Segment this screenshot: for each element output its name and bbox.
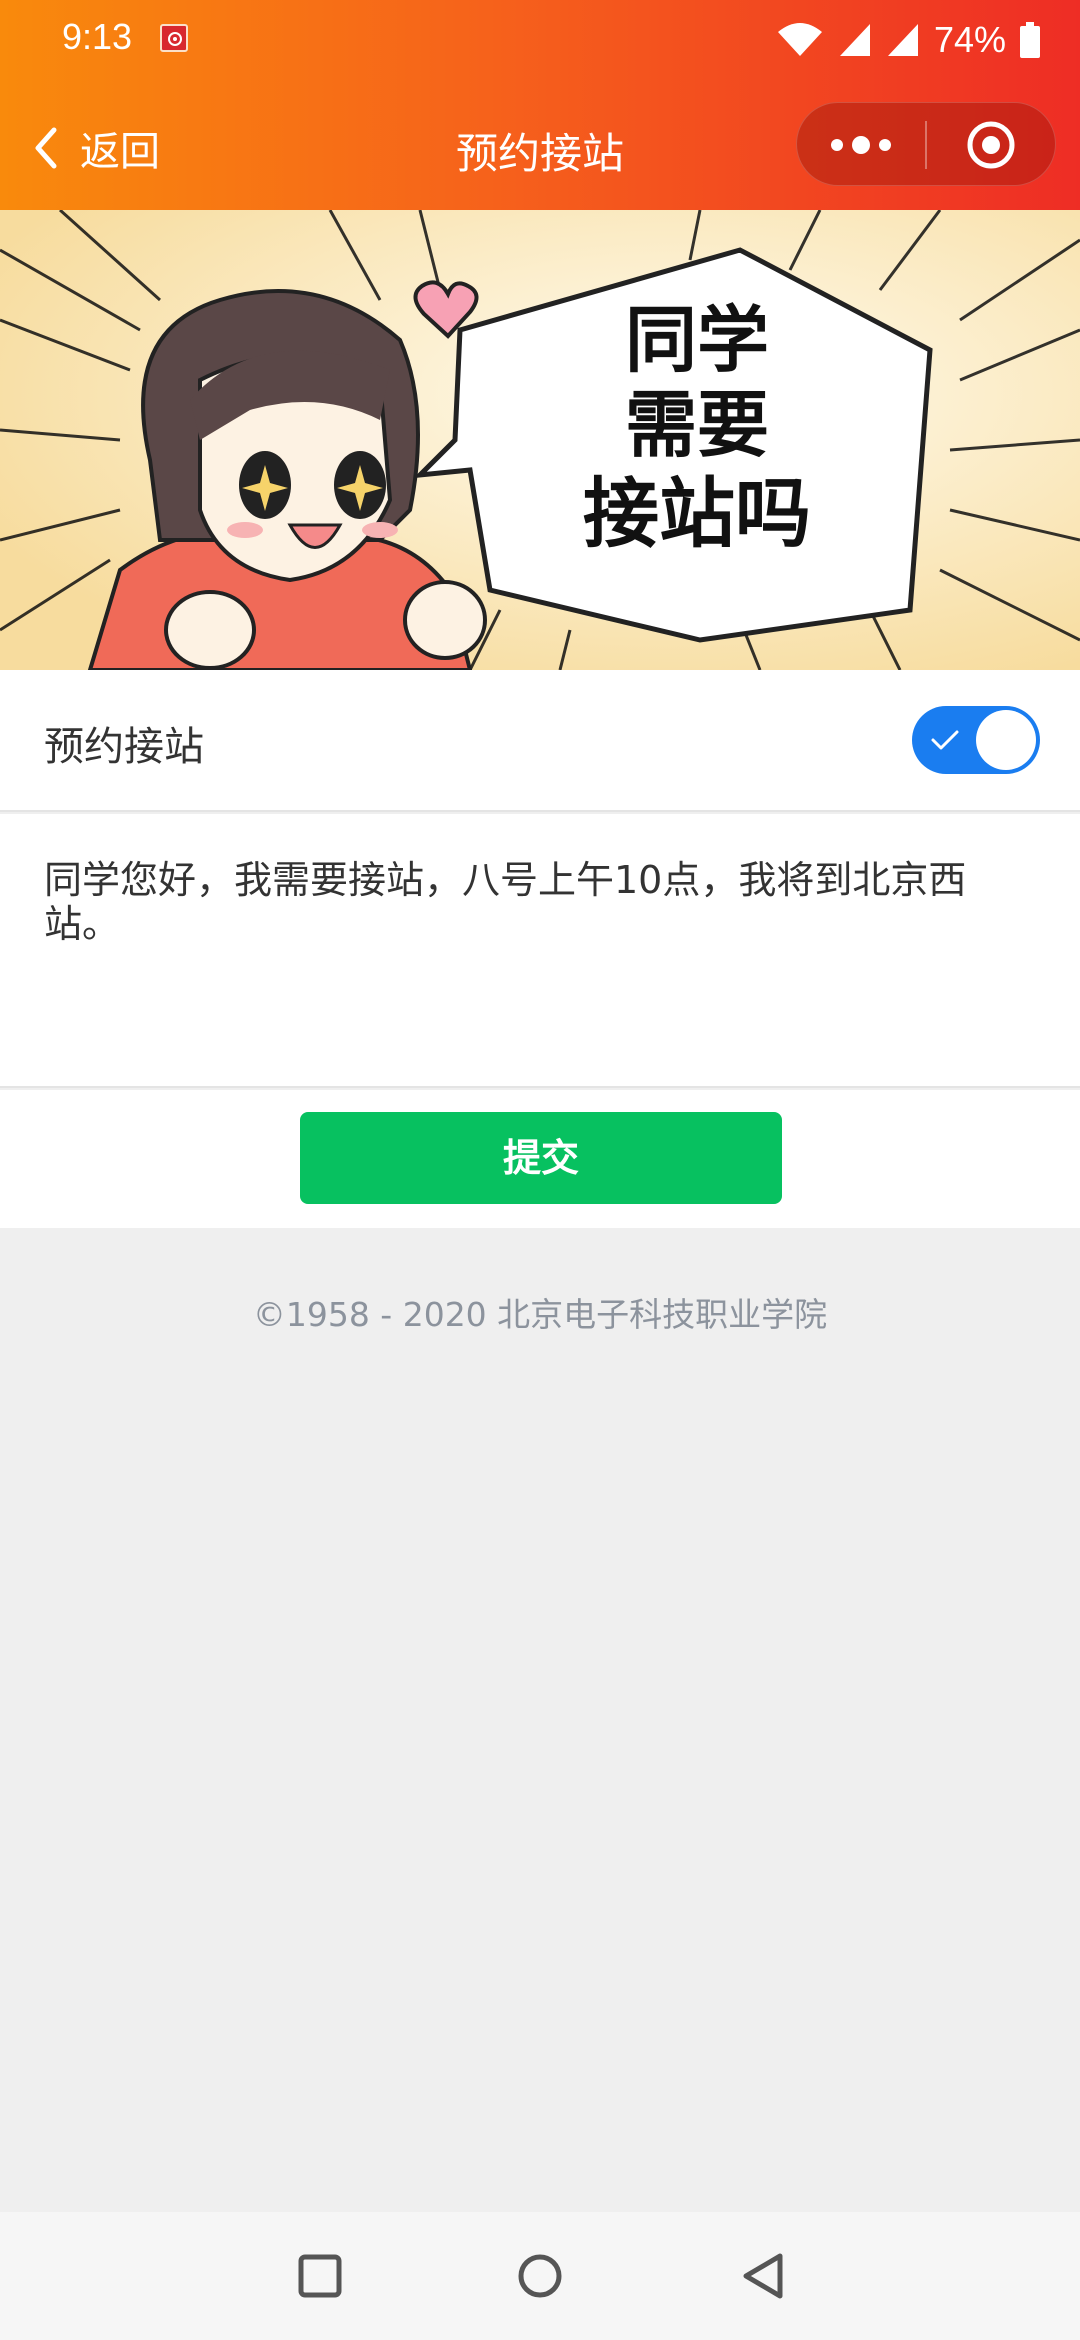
- status-time: 9:13: [62, 16, 133, 57]
- banner-illustration: 同学 需要 接站吗: [0, 210, 1080, 670]
- close-button[interactable]: [927, 103, 1057, 187]
- app-notification-icon: [160, 24, 188, 52]
- check-icon: [931, 730, 959, 750]
- wifi-icon: [777, 23, 822, 56]
- nav-bar: 返回 预约接站: [0, 80, 1080, 210]
- message-textarea[interactable]: 同学您好，我需要接站，八号上午10点，我将到北京西站。: [0, 814, 1080, 1088]
- submit-area: 提交: [0, 1090, 1080, 1228]
- battery-icon: [1020, 22, 1040, 58]
- submit-button[interactable]: 提交: [300, 1112, 782, 1204]
- message-text: 同学您好，我需要接站，八号上午10点，我将到北京西站。: [44, 858, 967, 946]
- home-icon[interactable]: [514, 2250, 566, 2302]
- copyright-text: ©1958 - 2020 北京电子科技职业学院: [252, 1295, 828, 1334]
- banner-speech-line-3: 接站吗: [583, 469, 811, 558]
- status-icons: 74%: [776, 18, 1040, 62]
- android-navigation-bar: [0, 2212, 1080, 2340]
- banner-speech-line-2: 需要: [625, 383, 769, 467]
- back-triangle-icon[interactable]: [738, 2250, 790, 2302]
- pickup-toggle[interactable]: [912, 706, 1040, 774]
- more-dots-icon: [831, 136, 891, 154]
- recent-apps-icon[interactable]: [294, 2250, 346, 2302]
- pickup-switch-row: 预约接站: [0, 670, 1080, 812]
- toggle-knob: [976, 710, 1036, 770]
- status-bar: 9:13 74%: [0, 0, 1080, 80]
- more-button[interactable]: [797, 103, 925, 187]
- switch-label: 预约接站: [44, 724, 204, 770]
- signal-icon: [839, 24, 870, 56]
- header: 9:13 74% 返回 预约接站: [0, 0, 1080, 210]
- banner-speech-line-1: 同学: [625, 298, 769, 382]
- battery-percent: 74%: [933, 19, 1006, 60]
- signal-icon: [887, 24, 918, 56]
- close-target-icon: [967, 121, 1015, 169]
- miniprogram-capsule: [796, 102, 1056, 186]
- banner-image: 同学 需要 接站吗: [0, 210, 1080, 670]
